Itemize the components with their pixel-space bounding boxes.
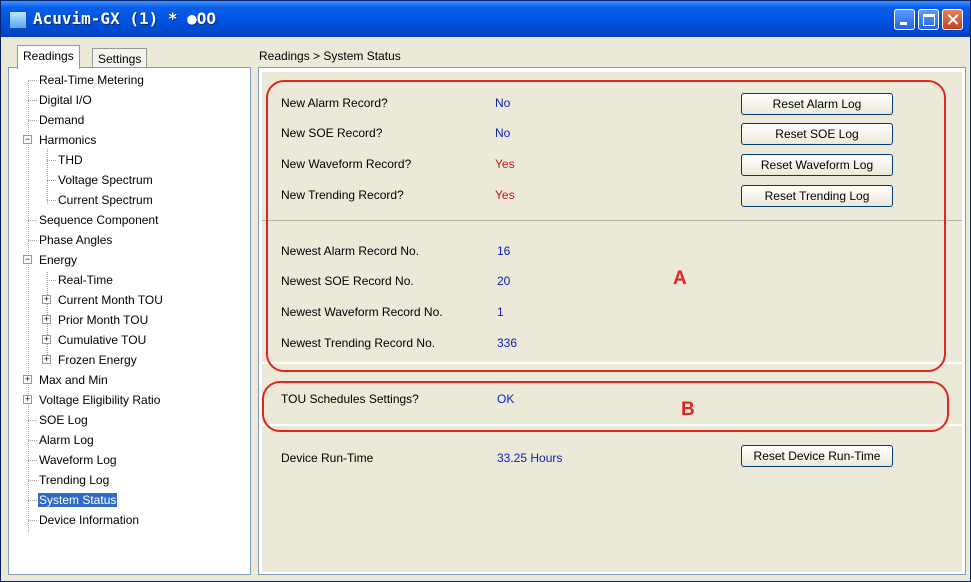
expand-icon[interactable]: + xyxy=(42,355,51,364)
app-window: Acuvim-GX (1) * ●OO Readings Settings Re… xyxy=(0,0,971,582)
device-run-time-label: Device Run-Time xyxy=(281,451,374,465)
tree-item-cumulative-tou[interactable]: + Cumulative TOU xyxy=(32,332,147,348)
navigation-tree: Real-Time Metering Digital I/O Demand − H… xyxy=(8,67,251,575)
window-title: Acuvim-GX (1) * ●OO xyxy=(33,9,217,28)
tree-item-real-time-metering[interactable]: Real-Time Metering xyxy=(28,72,145,88)
tree-item-harmonics[interactable]: − Harmonics xyxy=(13,132,97,148)
tree-item-thd[interactable]: THD xyxy=(47,152,84,168)
annotation-label-a: A xyxy=(673,268,687,289)
tree-item-current-spectrum[interactable]: Current Spectrum xyxy=(47,192,154,208)
annotation-ring-b xyxy=(262,381,949,432)
maximize-button[interactable] xyxy=(918,9,939,30)
tree-item-frozen-energy[interactable]: + Frozen Energy xyxy=(32,352,138,368)
expand-icon[interactable]: + xyxy=(42,335,51,344)
tree-item-prior-month-tou[interactable]: + Prior Month TOU xyxy=(32,312,149,328)
expand-icon[interactable]: + xyxy=(42,295,51,304)
annotation-label-b: B xyxy=(681,399,695,420)
minimize-button[interactable] xyxy=(894,9,915,30)
expand-icon[interactable]: + xyxy=(23,395,32,404)
tree-item-voltage-spectrum[interactable]: Voltage Spectrum xyxy=(47,172,154,188)
tab-readings[interactable]: Readings xyxy=(17,45,80,69)
breadcrumb: Readings > System Status xyxy=(259,49,401,63)
tree-item-real-time[interactable]: Real-Time xyxy=(47,272,114,288)
tree-item-current-month-tou[interactable]: + Current Month TOU xyxy=(32,292,164,308)
expand-icon[interactable]: + xyxy=(42,315,51,324)
tree-item-energy[interactable]: − Energy xyxy=(13,252,78,268)
tree-item-trending-log[interactable]: Trending Log xyxy=(28,472,110,488)
system-status-panel: New Alarm Record? No Reset Alarm Log New… xyxy=(258,67,966,575)
title-bar[interactable]: Acuvim-GX (1) * ●OO xyxy=(1,1,970,37)
tree-item-waveform-log[interactable]: Waveform Log xyxy=(28,452,118,468)
tree-item-phase-angles[interactable]: Phase Angles xyxy=(28,232,113,248)
app-icon xyxy=(9,11,27,29)
tree-item-soe-log[interactable]: SOE Log xyxy=(28,412,89,428)
tree-item-alarm-log[interactable]: Alarm Log xyxy=(28,432,95,448)
close-button[interactable] xyxy=(942,9,963,30)
device-run-time-value: 33.25 Hours xyxy=(497,451,563,465)
expand-icon[interactable]: + xyxy=(23,375,32,384)
tree-item-max-and-min[interactable]: + Max and Min xyxy=(13,372,109,388)
tree-item-voltage-eligibility-ratio[interactable]: + Voltage Eligibility Ratio xyxy=(13,392,161,408)
tree-item-device-information[interactable]: Device Information xyxy=(28,512,140,528)
tab-settings[interactable]: Settings xyxy=(92,48,148,69)
tree-item-system-status[interactable]: System Status xyxy=(28,492,118,508)
tree-item-digital-io[interactable]: Digital I/O xyxy=(28,92,93,108)
collapse-icon[interactable]: − xyxy=(23,255,32,264)
tree-item-sequence-component[interactable]: Sequence Component xyxy=(28,212,159,228)
reset-device-run-time-button[interactable]: Reset Device Run-Time xyxy=(741,445,893,467)
annotation-ring-a xyxy=(266,80,946,372)
tree-item-demand[interactable]: Demand xyxy=(28,112,85,128)
collapse-icon[interactable]: − xyxy=(23,135,32,144)
